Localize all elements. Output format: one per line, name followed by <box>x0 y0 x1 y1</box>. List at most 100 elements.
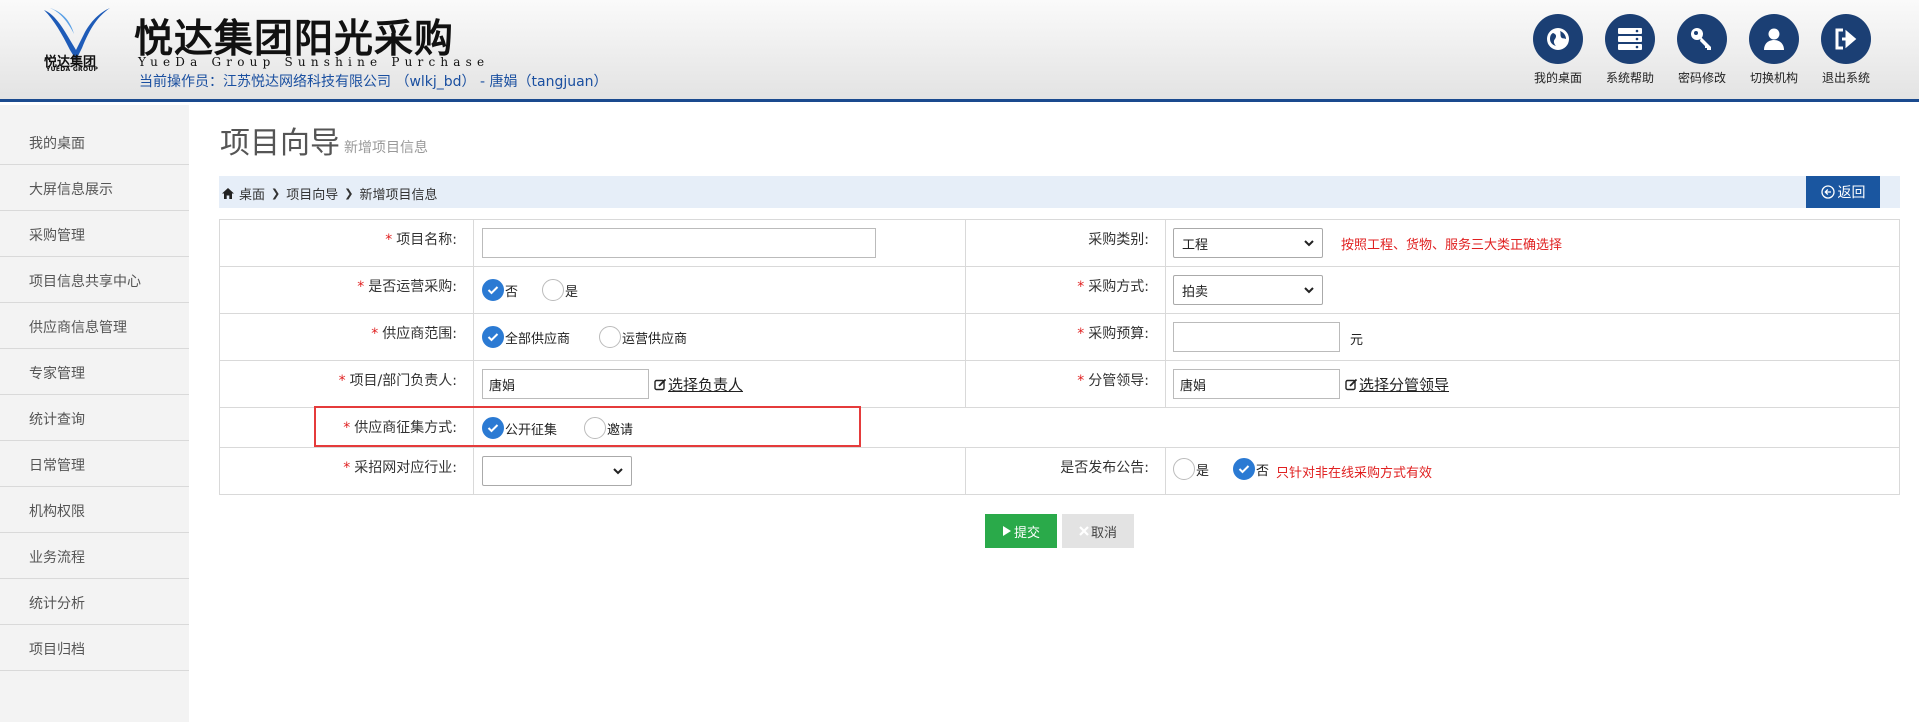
category-label: 采购类别: <box>1088 232 1149 248</box>
sidebar-item-permissions[interactable]: 机构权限 <box>0 487 189 533</box>
back-button[interactable]: 返回 <box>1806 176 1880 208</box>
system-help-button[interactable]: 系统帮助 <box>1597 14 1663 86</box>
edit-icon <box>1345 378 1358 391</box>
breadcrumb-current: 新增项目信息 <box>359 188 438 203</box>
operational-no-radio[interactable]: 否 <box>482 279 518 301</box>
brand-subtitle: YueDa Group Sunshine Purchase <box>138 55 490 69</box>
leader-input[interactable] <box>1173 369 1340 399</box>
project-name-label: 项目名称: <box>396 232 457 248</box>
form-row-owner-leader: *项目/部门负责人: 选择负责人 *分管领导: 选择分管领导 <box>219 361 1900 408</box>
breadcrumb: 桌面 ❯ 项目向导 ❯ 新增项目信息 <box>221 184 437 203</box>
submit-button[interactable]: 提交 <box>985 514 1057 548</box>
switch-org-button[interactable]: 切换机构 <box>1741 14 1807 86</box>
operational-yes-radio[interactable]: 是 <box>542 279 578 301</box>
chevron-down-icon <box>1304 287 1314 294</box>
back-label: 返回 <box>1837 184 1866 200</box>
sidebar-item-analysis[interactable]: 统计分析 <box>0 579 189 625</box>
choose-owner-link[interactable]: 选择负责人 <box>654 374 743 395</box>
cancel-label: 取消 <box>1090 524 1117 540</box>
check-icon <box>1238 465 1250 474</box>
supplier-scope-label: 供应商范围: <box>382 326 457 342</box>
logout-label: 退出系统 <box>1821 71 1870 85</box>
publish-yes-radio[interactable]: 是 <box>1173 458 1209 480</box>
change-password-button[interactable]: 密码修改 <box>1669 14 1735 86</box>
scope-all-label: 全部供应商 <box>505 331 571 347</box>
chevron-down-icon <box>1304 240 1314 247</box>
publish-label: 是否发布公告: <box>1060 460 1149 476</box>
sidebar-nav: 我的桌面 大屏信息展示 采购管理 项目信息共享中心 供应商信息管理 专家管理 统… <box>0 105 189 722</box>
home-icon <box>222 188 234 199</box>
edit-icon <box>654 378 667 391</box>
choose-owner-label: 选择负责人 <box>668 376 744 394</box>
breadcrumb-bar: 桌面 ❯ 项目向导 ❯ 新增项目信息 返回 <box>219 176 1900 208</box>
budget-label: 采购预算: <box>1088 326 1149 342</box>
circle-arrow-left-icon <box>1820 185 1835 199</box>
category-value: 工程 <box>1182 237 1209 253</box>
operational-yes-label: 是 <box>565 284 579 300</box>
sidebar-item-stats-query[interactable]: 统计查询 <box>0 395 189 441</box>
operational-label: 是否运营采购: <box>368 279 457 295</box>
chevron-right-icon: ❯ <box>344 187 354 200</box>
chevron-down-icon <box>613 468 623 475</box>
form-row-industry-publish: * 采招网对应行业: 是否发布公告: 是 否 只针对非在线采购方式有效 <box>219 448 1900 495</box>
submit-label: 提交 <box>1013 524 1040 540</box>
cancel-button[interactable]: 取消 <box>1062 514 1134 548</box>
method-select[interactable]: 拍卖 <box>1173 275 1323 305</box>
budget-input[interactable] <box>1173 322 1340 352</box>
sidebar-item-project-share[interactable]: 项目信息共享中心 <box>0 257 189 303</box>
sign-out-icon <box>1835 28 1857 50</box>
sidebar-item-procurement[interactable]: 采购管理 <box>0 211 189 257</box>
publish-no-label: 否 <box>1256 463 1270 479</box>
logout-button[interactable]: 退出系统 <box>1813 14 1879 86</box>
sidebar-item-daily[interactable]: 日常管理 <box>0 441 189 487</box>
switch-org-label: 切换机构 <box>1749 71 1798 85</box>
sidebar-item-supplier-info[interactable]: 供应商信息管理 <box>0 303 189 349</box>
sidebar-item-big-screen[interactable]: 大屏信息展示 <box>0 165 189 211</box>
form-row-operational-method: * 是否运营采购: 否 是 * 采购方式: 拍卖 <box>219 267 1900 314</box>
sidebar-item-my-desktop[interactable]: 我的桌面 <box>0 105 189 165</box>
sidebar-item-experts[interactable]: 专家管理 <box>0 349 189 395</box>
method-value: 拍卖 <box>1182 284 1209 300</box>
current-operator: 当前操作员：江苏悦达网络科技有限公司 （wlkj_bd） - 唐娟（tangju… <box>139 74 608 90</box>
publish-hint: 只针对非在线采购方式有效 <box>1276 466 1433 481</box>
owner-input[interactable] <box>482 369 649 399</box>
budget-unit: 元 <box>1350 333 1364 348</box>
industry-select[interactable] <box>482 456 632 486</box>
my-desktop-label: 我的桌面 <box>1533 71 1582 85</box>
user-icon <box>1764 28 1784 50</box>
breadcrumb-project-wizard[interactable]: 项目向导 <box>286 184 338 203</box>
highlight-box <box>314 406 861 447</box>
globe-icon <box>1547 28 1569 50</box>
app-header: 悦达集团 YUEDA GROUP 悦达集团阳光采购 YueDa Group Su… <box>0 0 1919 102</box>
form-row-name-category: * 项目名称: 采购类别: 工程 按照工程、货物、服务三大类正确选择 <box>219 220 1900 267</box>
check-icon <box>487 286 499 295</box>
category-hint: 按照工程、货物、服务三大类正确选择 <box>1341 238 1563 253</box>
sidebar-item-archive[interactable]: 项目归档 <box>0 625 189 671</box>
logo-text-en: YUEDA GROUP <box>46 66 99 73</box>
chevron-right-icon: ❯ <box>271 187 281 200</box>
scope-all-radio[interactable]: 全部供应商 <box>482 326 570 348</box>
choose-leader-link[interactable]: 选择分管领导 <box>1345 374 1449 395</box>
my-desktop-button[interactable]: 我的桌面 <box>1525 14 1591 86</box>
breadcrumb-desktop[interactable]: 桌面 <box>239 184 265 203</box>
operational-no-label: 否 <box>505 284 519 300</box>
project-name-input[interactable] <box>482 228 876 258</box>
industry-label: 采招网对应行业: <box>354 460 457 476</box>
sidebar-item-workflow[interactable]: 业务流程 <box>0 533 189 579</box>
category-select[interactable]: 工程 <box>1173 228 1323 258</box>
scope-operational-radio[interactable]: 运营供应商 <box>599 326 687 348</box>
change-password-label: 密码修改 <box>1677 71 1726 85</box>
page-subtitle: 新增项目信息 <box>344 140 428 156</box>
key-icon <box>1691 28 1711 50</box>
publish-no-radio[interactable]: 否 <box>1233 458 1269 480</box>
header-toolbar: 我的桌面 系统帮助 密码修改 切换机构 退出系统 <box>1525 14 1905 94</box>
choose-leader-label: 选择分管领导 <box>1359 376 1450 394</box>
publish-yes-label: 是 <box>1196 463 1210 479</box>
check-icon <box>487 333 499 342</box>
server-icon <box>1618 28 1642 50</box>
system-help-label: 系统帮助 <box>1605 71 1654 85</box>
scope-operational-label: 运营供应商 <box>622 331 688 347</box>
leader-label: 分管领导: <box>1088 373 1149 389</box>
new-project-form: * 项目名称: 采购类别: 工程 按照工程、货物、服务三大类正确选择 * 是否运营采… <box>219 219 1900 495</box>
method-label: 采购方式: <box>1088 279 1149 295</box>
